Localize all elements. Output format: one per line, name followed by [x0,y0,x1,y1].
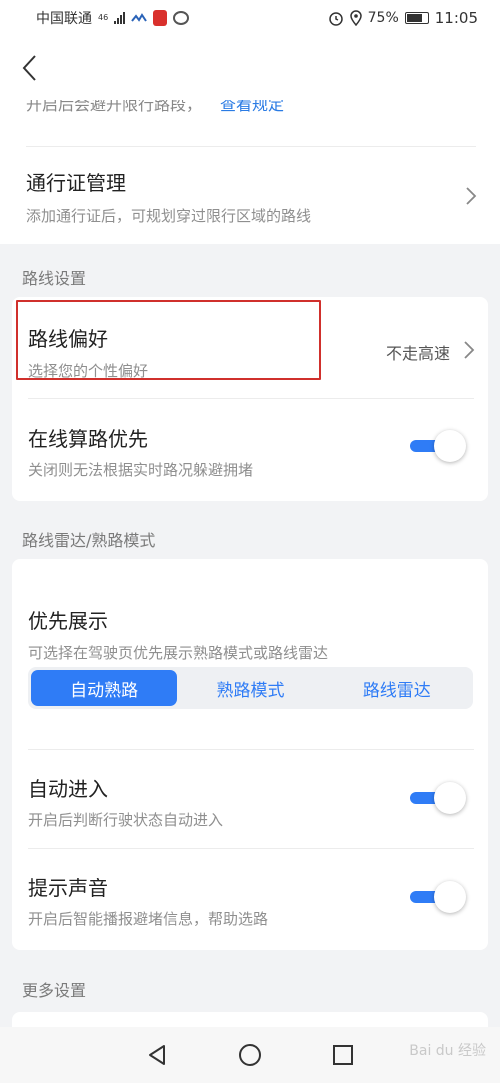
segment-familiar-mode[interactable]: 熟路模式 [177,670,323,706]
battery-icon [404,12,429,24]
pass-management-title: 通行证管理 [26,171,126,195]
triangle-back-icon [148,1045,165,1065]
circle-home-icon [238,1044,261,1066]
status-right: 75% 11:05 [328,9,478,27]
chevron-right-icon [466,187,477,205]
back-button[interactable] [14,48,44,88]
status-bar: 中国联通 46 75% 11:05 [0,0,500,36]
more-settings-header: 更多设置 [22,981,87,1000]
sound-subtitle: 开启后智能播报避堵信息，帮助选路 [28,910,269,928]
toggle-knob [434,881,466,913]
view-rules-link[interactable]: 查看规定 [220,100,284,114]
sound-row: 提示声音 开启后智能播报避堵信息，帮助选路 [12,849,488,950]
radar-settings-card: 优先展示 可选择在驾驶页优先展示熟路模式或路线雷达 自动熟路 熟路模式 路线雷达… [12,559,488,950]
status-left: 中国联通 46 [36,8,190,28]
battery-percent: 75% [367,10,399,26]
wechat-icon [173,11,190,25]
online-priority-toggle[interactable] [410,430,466,462]
segment-route-radar[interactable]: 路线雷达 [324,670,470,706]
pass-management-subtitle: 添加通行证后，可规划穿过限行区域的路线 [26,207,312,225]
online-priority-subtitle: 关闭则无法根据实时路况躲避拥堵 [28,461,254,479]
clock: 11:05 [434,9,478,27]
chevron-left-icon [22,55,36,81]
auto-enter-title: 自动进入 [28,777,108,801]
chevron-right-icon [464,341,475,359]
radar-settings-header: 路线雷达/熟路模式 [22,531,156,550]
nav-back-button[interactable] [143,1041,171,1069]
annotation-highlight-box [16,300,321,380]
priority-display-block: 优先展示 可选择在驾驶页优先展示熟路模式或路线雷达 自动熟路 熟路模式 路线雷达 [12,559,488,749]
auto-enter-toggle[interactable] [410,782,466,814]
nav-recents-button[interactable] [329,1041,357,1069]
priority-display-segmented: 自动熟路 熟路模式 路线雷达 [28,667,473,709]
network-type: 46 [98,13,109,22]
carrier-name: 中国联通 [36,11,92,27]
sound-toggle[interactable] [410,881,466,913]
square-recents-icon [333,1045,354,1065]
online-priority-title: 在线算路优先 [28,427,148,451]
pass-management-row[interactable]: 通行证管理 添加通行证后，可规划穿过限行区域的路线 [0,147,500,244]
pass-management-section: 通行证管理 添加通行证后，可规划穿过限行区域的路线 [0,114,500,244]
online-priority-row: 在线算路优先 关闭则无法根据实时路况躲避拥堵 [12,399,488,501]
nav-home-button[interactable] [236,1041,264,1069]
watermark: Bai du 经验 [409,1043,486,1059]
segment-auto-familiar[interactable]: 自动熟路 [31,670,178,706]
activity-icon [131,13,148,22]
route-settings-header: 路线设置 [22,269,87,288]
more-settings-card [12,1012,488,1028]
auto-enter-subtitle: 开启后判断行驶状态自动进入 [28,811,224,829]
alarm-icon [328,12,343,26]
restriction-note: 开启后会避开限行路段， [26,100,203,114]
sound-title: 提示声音 [28,876,108,900]
mic-icon [153,10,168,26]
route-preference-value: 不走高速 [386,344,451,363]
cut-off-text: 开启后会避开限行路段， 查看规定 [0,100,500,114]
priority-display-subtitle: 可选择在驾驶页优先展示熟路模式或路线雷达 [28,644,329,662]
location-icon [349,10,362,26]
auto-enter-row: 自动进入 开启后判断行驶状态自动进入 [12,750,488,848]
signal-icon [114,12,126,24]
priority-display-title: 优先展示 [28,609,108,633]
toggle-knob [434,782,466,814]
toggle-knob [434,430,466,462]
route-settings-card: 路线偏好 选择您的个性偏好 不走高速 在线算路优先 关闭则无法根据实时路况躲避拥… [12,297,488,501]
top-bar [0,36,500,100]
